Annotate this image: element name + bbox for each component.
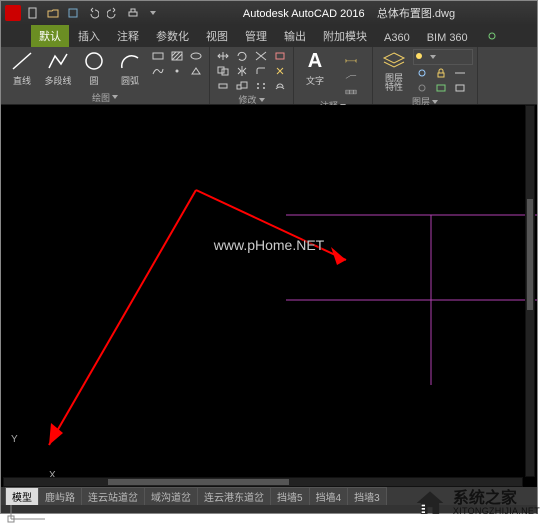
drawing-canvas[interactable]: www.pHome.NET Y X 模型 鹿屿路 连云站道岔 域沟道岔 连云港东… — [1, 105, 537, 505]
hatch-icon[interactable] — [168, 49, 186, 63]
trim-icon[interactable] — [252, 49, 270, 63]
layout-tab[interactable]: 挡墙4 — [309, 487, 349, 505]
undo-icon[interactable] — [84, 4, 102, 22]
layout-tab[interactable]: 连云站道岔 — [81, 487, 145, 505]
layer-isolate-icon[interactable] — [432, 81, 450, 95]
line-button[interactable]: 直线 — [5, 49, 39, 87]
autocad-window: Autodesk AutoCAD 2016 总体布置图.dwg 默认 插入 注释… — [0, 0, 538, 514]
layer-lock-icon[interactable] — [432, 66, 450, 80]
panel-layers: 图层 特性 — [373, 47, 478, 104]
layout-tab[interactable]: 鹿屿路 — [38, 487, 82, 505]
brand-watermark: 系统之家 XITONGZHIJIA.NET — [413, 488, 540, 518]
tab-manage[interactable]: 管理 — [237, 25, 275, 47]
quick-access-toolbar — [24, 4, 162, 22]
draw-small-tools — [149, 49, 205, 78]
house-icon — [413, 488, 447, 518]
rectangle-icon[interactable] — [149, 49, 167, 63]
tab-parametric[interactable]: 参数化 — [148, 25, 197, 47]
layer-freeze-icon[interactable] — [413, 66, 431, 80]
region-icon[interactable] — [187, 64, 205, 78]
panel-draw: 直线 多段线 圆 圆弧 — [1, 47, 210, 104]
table-icon[interactable] — [334, 85, 368, 99]
point-icon[interactable] — [168, 64, 186, 78]
arc-button[interactable]: 圆弧 — [113, 49, 147, 87]
canvas-content — [1, 105, 537, 505]
layer-dropdown[interactable] — [413, 49, 473, 65]
scale-icon[interactable] — [233, 79, 251, 93]
tab-featured[interactable] — [477, 28, 507, 47]
move-icon[interactable] — [214, 49, 232, 63]
fillet-icon[interactable] — [252, 64, 270, 78]
panel-annotate: A 文字 注释 — [294, 47, 373, 104]
dimension-linear-icon[interactable] — [334, 49, 368, 69]
layer-tools — [413, 49, 473, 95]
vertical-scrollbar[interactable] — [525, 105, 535, 477]
ribbon-tab-strip: 默认 插入 注释 参数化 视图 管理 输出 附加模块 A360 BIM 360 — [1, 25, 537, 47]
app-icon[interactable] — [5, 5, 21, 21]
title-bar: Autodesk AutoCAD 2016 总体布置图.dwg — [1, 1, 537, 25]
ellipse-icon[interactable] — [187, 49, 205, 63]
line-icon — [8, 49, 36, 73]
circle-icon — [80, 49, 108, 73]
text-button[interactable]: A 文字 — [298, 49, 332, 87]
panel-modify: 修改 — [210, 47, 294, 104]
panel-draw-label[interactable]: 绘图 — [5, 90, 205, 104]
array-icon[interactable] — [252, 79, 270, 93]
polyline-icon — [44, 49, 72, 73]
modify-tools — [214, 49, 289, 93]
explode-icon[interactable] — [271, 64, 289, 78]
layout-tab[interactable]: 挡墙5 — [270, 487, 310, 505]
copy-icon[interactable] — [214, 64, 232, 78]
scrollbar-thumb[interactable] — [527, 199, 533, 310]
lightbulb-icon — [414, 51, 428, 63]
leader-icon[interactable] — [334, 70, 368, 84]
polyline-button[interactable]: 多段线 — [41, 49, 75, 87]
mirror-icon[interactable] — [233, 64, 251, 78]
dimension-tools — [334, 49, 368, 99]
tab-output[interactable]: 输出 — [276, 25, 314, 47]
scrollbar-thumb[interactable] — [108, 479, 289, 485]
offset-icon[interactable] — [271, 79, 289, 93]
layout-tab[interactable]: 挡墙3 — [347, 487, 387, 505]
tab-addins[interactable]: 附加模块 — [315, 25, 375, 47]
text-icon: A — [301, 49, 329, 73]
brand-name: 系统之家 — [453, 491, 540, 507]
open-icon[interactable] — [44, 4, 62, 22]
tab-a360[interactable]: A360 — [376, 29, 418, 47]
tab-insert[interactable]: 插入 — [70, 25, 108, 47]
layers-icon — [380, 49, 408, 73]
watermark-text: www.pHome.NET — [214, 237, 324, 253]
erase-icon[interactable] — [271, 49, 289, 63]
arc-icon — [116, 49, 144, 73]
tab-view[interactable]: 视图 — [198, 25, 236, 47]
layer-off-icon[interactable] — [413, 81, 431, 95]
layer-properties-button[interactable]: 图层 特性 — [377, 49, 411, 92]
horizontal-scrollbar[interactable] — [3, 477, 523, 487]
layer-match-icon[interactable] — [451, 66, 469, 80]
save-icon[interactable] — [64, 4, 82, 22]
tab-annotate[interactable]: 注释 — [109, 25, 147, 47]
spline-icon[interactable] — [149, 64, 167, 78]
rotate-icon[interactable] — [233, 49, 251, 63]
stretch-icon[interactable] — [214, 79, 232, 93]
circle-button[interactable]: 圆 — [77, 49, 111, 87]
tab-default[interactable]: 默认 — [31, 25, 69, 47]
layout-tab[interactable]: 域沟道岔 — [144, 487, 198, 505]
print-icon[interactable] — [124, 4, 142, 22]
brand-url: XITONGZHIJIA.NET — [453, 507, 540, 516]
new-icon[interactable] — [24, 4, 42, 22]
window-title: Autodesk AutoCAD 2016 总体布置图.dwg — [165, 5, 533, 21]
layout-tab[interactable]: 连云港东道岔 — [197, 487, 271, 505]
redo-icon[interactable] — [104, 4, 122, 22]
ribbon: 直线 多段线 圆 圆弧 — [1, 47, 537, 105]
tab-bim360[interactable]: BIM 360 — [419, 29, 476, 47]
layer-state-icon[interactable] — [451, 81, 469, 95]
qat-dropdown-icon[interactable] — [144, 4, 162, 22]
layout-tab-model[interactable]: 模型 — [5, 487, 39, 505]
